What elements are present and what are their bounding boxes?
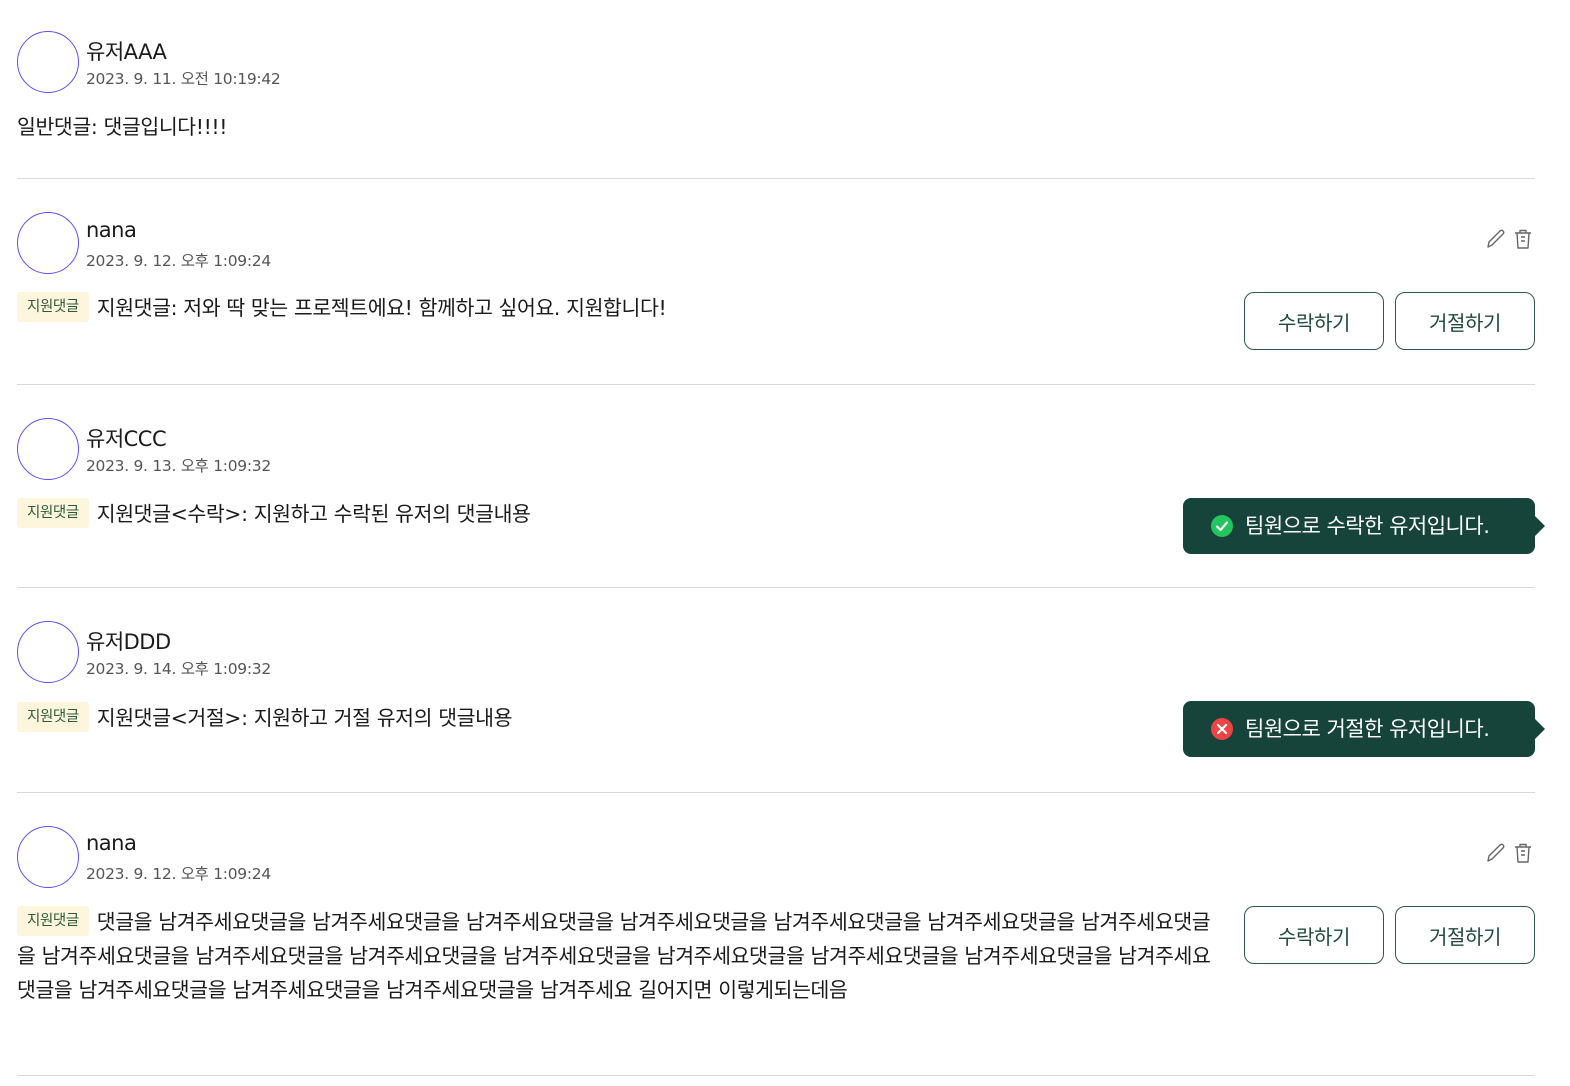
comment-body: 지원댓글 지원댓글: 저와 딱 맞는 프로젝트에요! 함께하고 싶어요. 지원합니… [17, 291, 667, 325]
x-circle-icon [1210, 717, 1234, 741]
pencil-icon[interactable] [1483, 840, 1507, 866]
comment-timestamp: 2023. 9. 12. 오후 1:09:24 [86, 865, 271, 883]
check-circle-icon [1210, 514, 1234, 538]
comment-item: 유저DDD 2023. 9. 14. 오후 1:09:32 지원댓글 지원댓글<거… [17, 588, 1545, 793]
comment-item: 유저CCC 2023. 9. 13. 오후 1:09:32 지원댓글 지원댓글<수… [17, 385, 1545, 588]
comment-type-badge: 지원댓글 [17, 498, 89, 528]
avatar[interactable] [17, 621, 79, 683]
comment-list: 유저AAA 2023. 9. 11. 오전 10:19:42 일반댓글: 댓글입… [0, 0, 1570, 1086]
avatar[interactable] [17, 212, 79, 274]
accept-button[interactable]: 수락하기 [1244, 906, 1384, 964]
comment-content: 일반댓글: 댓글입니다!!!! [17, 115, 228, 139]
reject-button[interactable]: 거절하기 [1395, 906, 1535, 964]
comment-username: 유저AAA [86, 40, 167, 64]
comment-username: 유저CCC [86, 427, 167, 451]
comment-username: 유저DDD [86, 630, 171, 654]
comment-timestamp: 2023. 9. 14. 오후 1:09:32 [86, 660, 271, 678]
tooltip-arrow [1535, 719, 1545, 739]
comment-body: 지원댓글 지원댓글<수락>: 지원하고 수락된 유저의 댓글내용 [17, 497, 531, 531]
trash-icon[interactable] [1511, 840, 1535, 866]
trash-icon[interactable] [1511, 226, 1535, 252]
comment-timestamp: 2023. 9. 13. 오후 1:09:32 [86, 457, 271, 475]
comment-actions [1483, 840, 1535, 866]
comment-body: 일반댓글: 댓글입니다!!!! [17, 110, 227, 144]
accept-button[interactable]: 수락하기 [1244, 292, 1384, 350]
tooltip-arrow [1535, 516, 1545, 536]
comment-content: 댓글을 남겨주세요댓글을 남겨주세요댓글을 남겨주세요댓글을 남겨주세요댓글을 … [17, 910, 1211, 1002]
comment-timestamp: 2023. 9. 12. 오후 1:09:24 [86, 252, 271, 270]
pencil-icon[interactable] [1483, 226, 1507, 252]
avatar[interactable] [17, 418, 79, 480]
comment-item: nana 2023. 9. 12. 오후 1:09:24 지원댓글 댓글을 남겨주… [17, 793, 1535, 1076]
comment-content: 지원댓글<거절>: 지원하고 거절 유저의 댓글내용 [96, 706, 513, 730]
comment-content: 지원댓글<수락>: 지원하고 수락된 유저의 댓글내용 [96, 502, 531, 526]
comment-timestamp: 2023. 9. 11. 오전 10:19:42 [86, 70, 281, 88]
comment-username: nana [86, 218, 137, 242]
comment-type-badge: 지원댓글 [17, 906, 89, 936]
reject-button[interactable]: 거절하기 [1395, 292, 1535, 350]
comment-item: 유저AAA 2023. 9. 11. 오전 10:19:42 일반댓글: 댓글입… [17, 0, 1535, 179]
comment-item: nana 2023. 9. 12. 오후 1:09:24 지원댓글 지원댓글: 저… [17, 179, 1535, 385]
comment-type-badge: 지원댓글 [17, 292, 89, 322]
status-text: 팀원으로 거절한 유저입니다. [1245, 717, 1490, 741]
rejected-status-tooltip: 팀원으로 거절한 유저입니다. [1183, 701, 1545, 757]
comment-body: 지원댓글 댓글을 남겨주세요댓글을 남겨주세요댓글을 남겨주세요댓글을 남겨주세요… [17, 905, 1212, 1007]
comment-actions [1483, 226, 1535, 252]
comment-body: 지원댓글 지원댓글<거절>: 지원하고 거절 유저의 댓글내용 [17, 701, 512, 735]
avatar[interactable] [17, 31, 79, 93]
avatar[interactable] [17, 826, 79, 888]
comment-type-badge: 지원댓글 [17, 702, 89, 732]
status-text: 팀원으로 수락한 유저입니다. [1245, 514, 1490, 538]
comment-content: 지원댓글: 저와 딱 맞는 프로젝트에요! 함께하고 싶어요. 지원합니다! [96, 296, 667, 320]
comment-username: nana [86, 831, 137, 855]
accepted-status-tooltip: 팀원으로 수락한 유저입니다. [1183, 498, 1545, 554]
